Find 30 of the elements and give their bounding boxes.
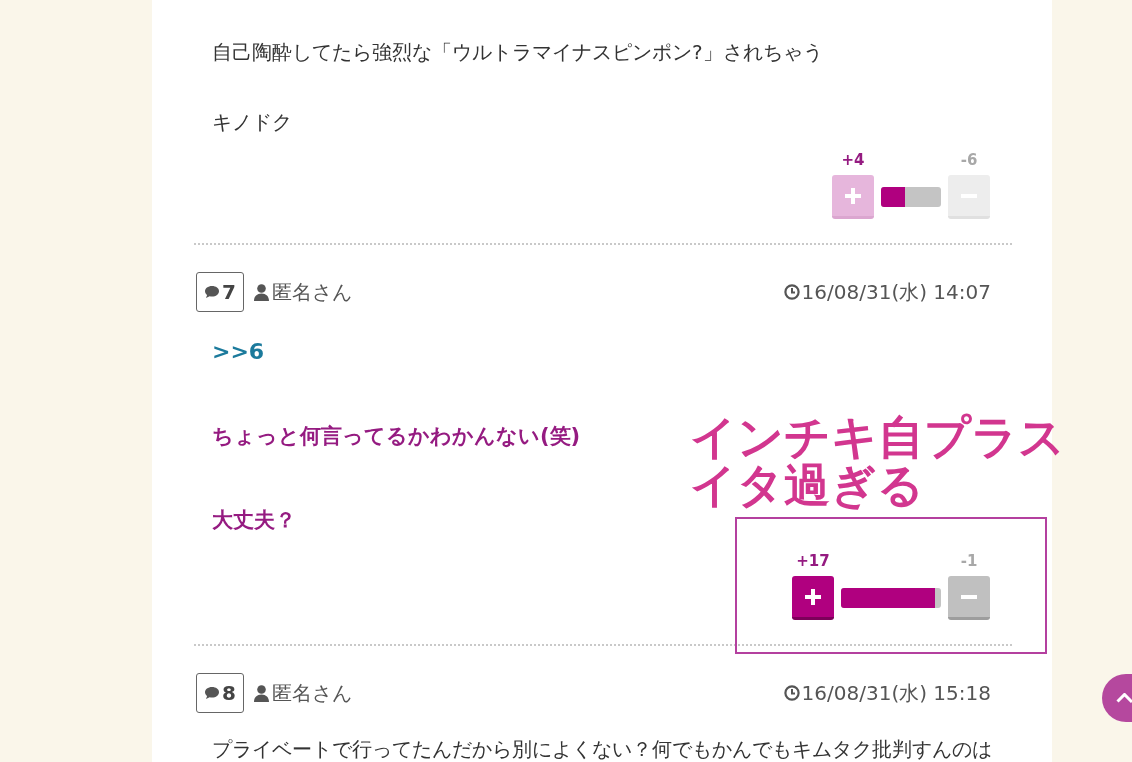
clock-icon <box>783 685 800 701</box>
comment-text: 大丈夫？ <box>212 507 296 534</box>
plus-icon <box>845 187 861 204</box>
speech-bubble-icon <box>204 285 221 299</box>
scroll-top-button[interactable] <box>1102 674 1132 722</box>
post-date: 16/08/31(水) 14:07 <box>801 278 991 306</box>
comment-text: プライベートで行ってたんだから別によくない？何でもかんでもキムタク批判すんのは <box>212 736 992 762</box>
post-date: 16/08/31(水) 15:18 <box>801 679 991 707</box>
plus-count: +17 <box>796 551 830 571</box>
upvote-button[interactable] <box>792 576 834 620</box>
comment-text: キノドク <box>212 109 292 136</box>
plus-count: +4 <box>841 150 865 170</box>
plus-icon <box>805 588 821 605</box>
minus-count: -1 <box>960 551 978 571</box>
minus-icon <box>961 594 977 599</box>
reply-link[interactable]: >>6 <box>212 339 265 364</box>
annotation-text: インチキ自プラスイタ過ぎる <box>690 413 1066 509</box>
minus-count: -6 <box>960 150 978 170</box>
user-icon <box>254 684 269 702</box>
user-icon <box>254 283 269 301</box>
speech-bubble-icon <box>204 686 221 700</box>
author-name: 匿名さん <box>272 278 352 306</box>
downvote-button[interactable] <box>948 576 990 620</box>
clock-icon <box>783 284 800 300</box>
author-name: 匿名さん <box>272 679 352 707</box>
comment-text: 自己陶酔してたら強烈な「ウルトラマイナスピンポン?」されちゃう <box>212 39 823 66</box>
comment-text: ちょっと何言ってるかわかんない(笑) <box>212 423 581 450</box>
comment-number-link[interactable]: 8 <box>196 673 244 713</box>
chevron-up-icon <box>1116 693 1132 703</box>
comment-number-link[interactable]: 7 <box>196 272 244 312</box>
